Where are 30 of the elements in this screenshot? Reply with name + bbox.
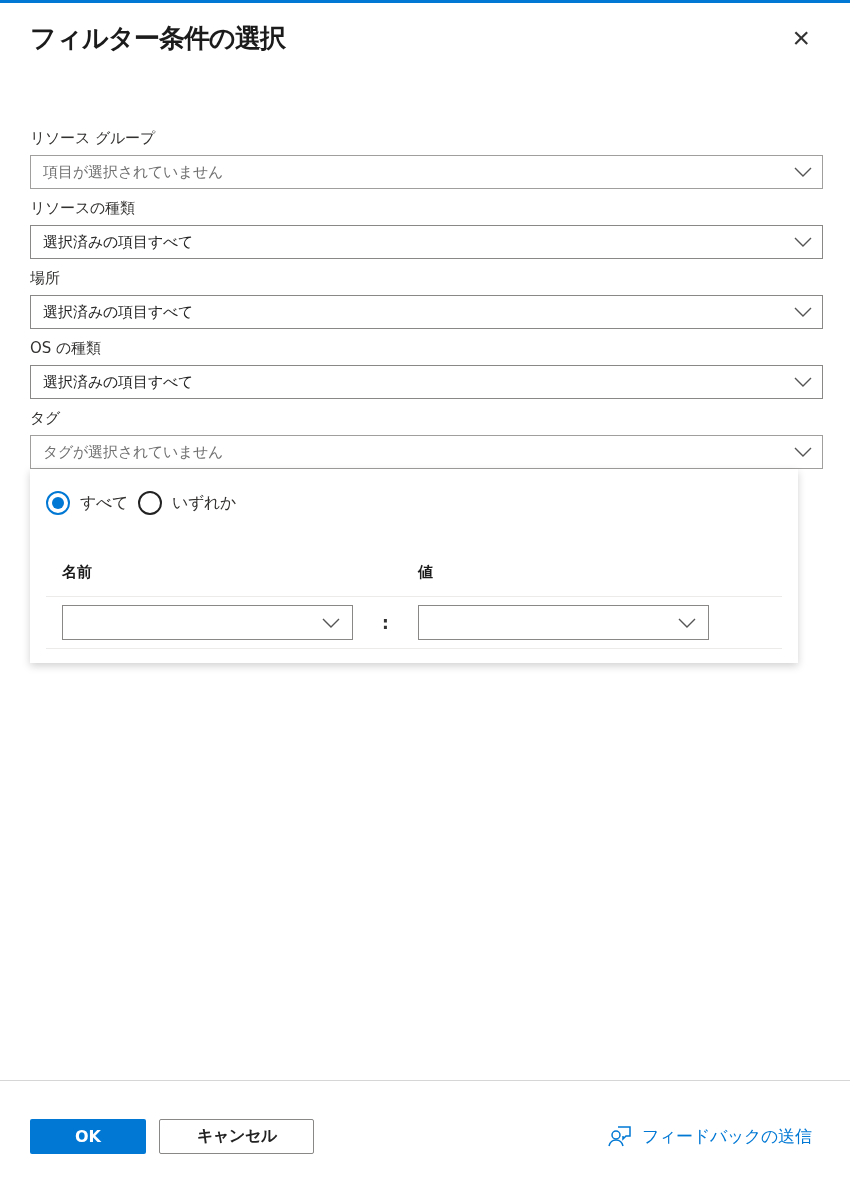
field-label: タグ bbox=[30, 409, 61, 428]
chevron-down-icon bbox=[794, 447, 812, 457]
column-header: 名前 bbox=[62, 563, 93, 582]
chevron-down-icon bbox=[794, 237, 812, 247]
tag-value-dropdown[interactable] bbox=[418, 605, 709, 640]
chevron-down-icon bbox=[794, 167, 812, 177]
feedback-icon bbox=[608, 1124, 632, 1148]
chevron-down-icon bbox=[322, 617, 340, 628]
chevron-down-icon bbox=[794, 377, 812, 387]
dropdown-field[interactable]: 選択済みの項目すべて bbox=[30, 365, 823, 399]
field-label: OS の種類 bbox=[30, 339, 103, 358]
column-header: 値 bbox=[418, 563, 434, 582]
dropdown-field[interactable]: タグが選択されていません bbox=[30, 435, 823, 469]
field-label: リソースの種類 bbox=[30, 199, 136, 218]
field-label: リソース グループ bbox=[30, 129, 157, 148]
field-label: 場所 bbox=[30, 269, 61, 288]
tag-name-dropdown[interactable] bbox=[62, 605, 353, 640]
radio-option[interactable]: すべて bbox=[46, 491, 128, 515]
cancel-button[interactable]: キャンセル bbox=[159, 1118, 314, 1154]
feedback-link[interactable]: フィードバックの送信 bbox=[608, 1124, 812, 1148]
close-button[interactable]: × bbox=[782, 23, 820, 53]
dropdown-field[interactable]: 選択済みの項目すべて bbox=[30, 225, 823, 259]
panel-title: フィルター条件の選択 bbox=[30, 21, 285, 55]
radio-option[interactable]: いずれか bbox=[138, 491, 236, 515]
dropdown-field[interactable]: 項目が選択されていません bbox=[30, 155, 823, 189]
chevron-down-icon bbox=[794, 307, 812, 317]
dropdown-field[interactable]: 選択済みの項目すべて bbox=[30, 295, 823, 329]
chevron-down-icon bbox=[678, 617, 696, 628]
ok-button[interactable]: OK bbox=[30, 1118, 146, 1154]
separator-colon: : bbox=[381, 612, 390, 633]
